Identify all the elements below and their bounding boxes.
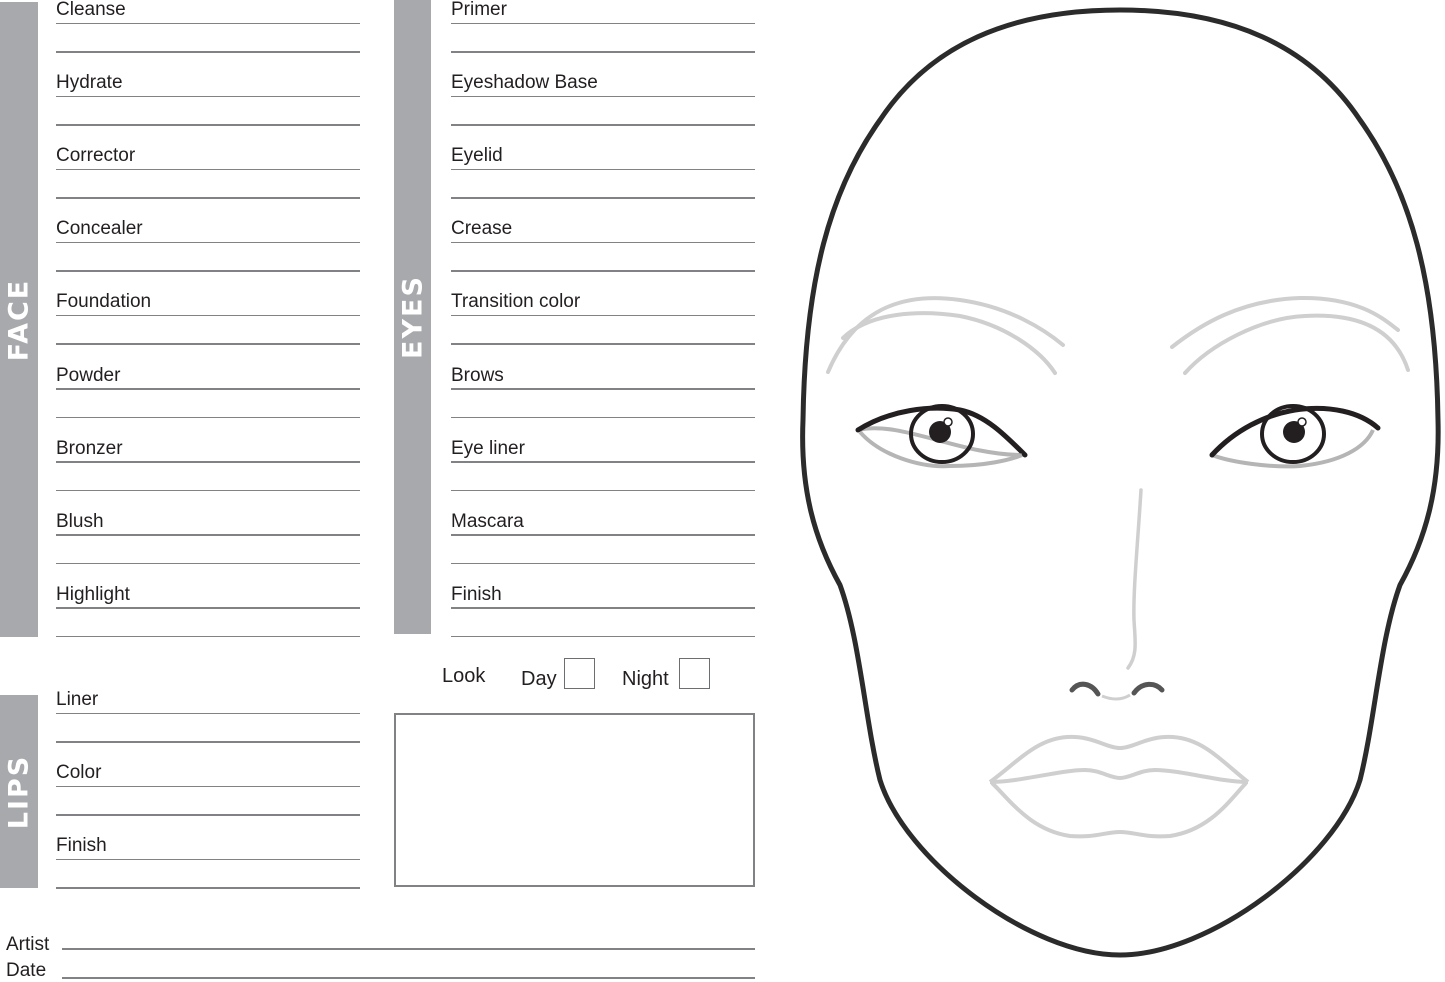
lips — [988, 734, 1250, 839]
face-chart[interactable] — [0, 0, 1445, 980]
left-eyebrow — [826, 296, 1065, 375]
right-eyebrow — [1170, 295, 1410, 375]
nose — [1069, 488, 1165, 701]
left-eye — [855, 404, 1028, 469]
right-eye — [1209, 404, 1381, 469]
head-outline — [800, 7, 1441, 958]
